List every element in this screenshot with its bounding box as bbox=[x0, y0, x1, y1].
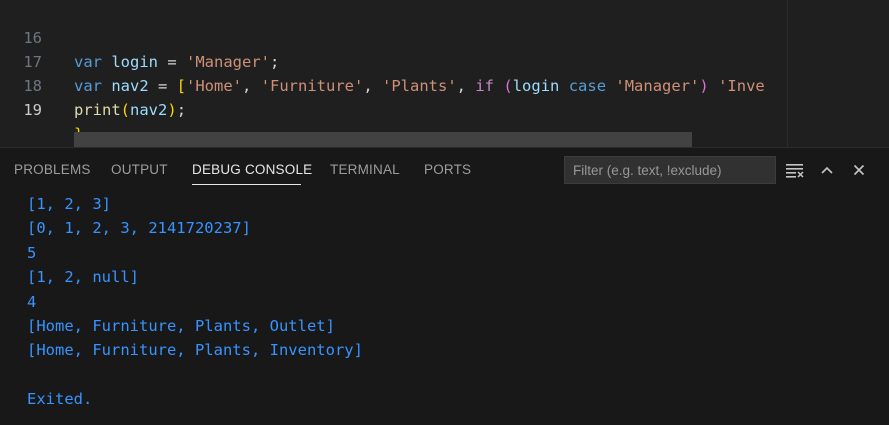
close-icon[interactable] bbox=[847, 158, 871, 182]
console-line: Exited. bbox=[27, 390, 93, 409]
code-line-17[interactable]: 17 var nav2 = ['Home', 'Furniture', 'Pla… bbox=[0, 26, 889, 95]
console-line: [1, 2, null] bbox=[27, 268, 139, 287]
code-line-18[interactable]: 18 print(nav2); bbox=[0, 50, 889, 119]
tab-problems[interactable]: PROBLEMS bbox=[14, 162, 91, 177]
tab-terminal[interactable]: TERMINAL bbox=[330, 162, 400, 177]
tab-output[interactable]: OUTPUT bbox=[111, 162, 168, 177]
active-tab-indicator bbox=[192, 184, 301, 185]
code-token: ) bbox=[167, 101, 177, 119]
console-line: 4 bbox=[27, 292, 37, 311]
console-line: [Home, Furniture, Plants, Inventory] bbox=[27, 341, 363, 360]
filter-input[interactable] bbox=[564, 156, 776, 184]
code-token: nav2 bbox=[130, 101, 168, 119]
debug-console-output[interactable]: [1, 2, 3] [0, 1, 2, 3, 2141720237] 5 [1,… bbox=[27, 192, 363, 412]
tab-debug-console[interactable]: DEBUG CONSOLE bbox=[192, 162, 312, 177]
minimap[interactable] bbox=[788, 0, 889, 147]
horizontal-scrollbar[interactable] bbox=[74, 132, 692, 147]
code-token: ( bbox=[120, 101, 131, 119]
chevron-up-icon[interactable] bbox=[815, 158, 839, 182]
code-line-16[interactable]: 16 var login = 'Manager'; bbox=[0, 2, 889, 71]
code-editor[interactable]: 16 var login = 'Manager'; 17 var nav2 = … bbox=[0, 0, 889, 147]
console-line: [Home, Furniture, Plants, Outlet] bbox=[27, 316, 335, 335]
line-number: 19 bbox=[23, 101, 42, 119]
line-code: print(nav2); bbox=[74, 98, 186, 122]
code-line-19[interactable]: 19 } bbox=[0, 74, 889, 143]
console-line: [0, 1, 2, 3, 2141720237] bbox=[27, 219, 251, 238]
bottom-panel: PROBLEMS OUTPUT DEBUG CONSOLE TERMINAL P… bbox=[0, 147, 889, 425]
console-line: 5 bbox=[27, 243, 37, 262]
code-token: ; bbox=[176, 101, 187, 119]
list-filter-icon[interactable] bbox=[783, 158, 807, 182]
code-token: print bbox=[74, 101, 121, 119]
console-line: [1, 2, 3] bbox=[27, 195, 111, 213]
tab-ports[interactable]: PORTS bbox=[424, 162, 471, 177]
